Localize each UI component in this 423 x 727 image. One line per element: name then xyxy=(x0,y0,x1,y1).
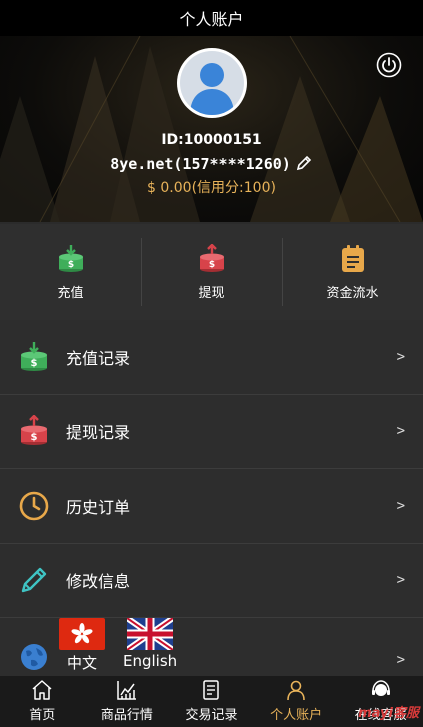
language-option-english[interactable]: English xyxy=(123,618,177,670)
tab-customer-service[interactable]: 在线客服 xyxy=(338,676,423,727)
tab-label: 首页 xyxy=(29,708,56,723)
svg-text:$: $ xyxy=(208,260,214,270)
menu-item-order-history[interactable]: 历史订单 > xyxy=(0,469,423,544)
deposit-icon: $ xyxy=(58,244,83,272)
page-title: 个人账户 xyxy=(179,10,244,29)
withdraw-record-icon: $ xyxy=(21,415,47,446)
deposit-button[interactable]: $ 充值 xyxy=(0,224,141,320)
ledger-label: 资金流水 xyxy=(326,285,379,301)
language-label: English xyxy=(123,652,178,670)
tab-home[interactable]: 首页 xyxy=(0,676,85,727)
menu-list: $ 充值记录 > $ 提现记录 > 历史订单 > 修改信息 > 中文 Engli… xyxy=(0,320,423,678)
user-icon xyxy=(287,680,305,701)
chevron-right-icon: > xyxy=(396,652,405,668)
menu-item-deposit-record[interactable]: $ 充值记录 > xyxy=(0,320,423,395)
withdraw-icon: $ xyxy=(199,243,224,272)
clock-icon xyxy=(19,491,49,521)
chevron-right-icon: > xyxy=(396,423,405,440)
menu-label: 充值记录 xyxy=(66,348,131,368)
menu-label: 历史订单 xyxy=(66,497,131,517)
profile-header: ID:10000151 8ye.net(157****1260) $ 0.00(… xyxy=(0,36,423,222)
document-icon xyxy=(203,680,220,700)
chart-icon xyxy=(117,681,136,700)
withdraw-button[interactable]: $ 提现 xyxy=(141,224,282,320)
deposit-record-icon: $ xyxy=(21,341,47,371)
menu-item-withdraw-record[interactable]: $ 提现记录 > xyxy=(0,394,423,469)
svg-text:$: $ xyxy=(31,432,38,443)
ledger-button[interactable]: 资金流水 xyxy=(282,224,423,320)
account-line: 8ye.net(157****1260) xyxy=(0,154,423,173)
chevron-right-icon: > xyxy=(396,572,405,589)
headset-icon xyxy=(371,680,390,696)
balance-text: $ 0.00(信用分:100) xyxy=(147,180,276,196)
hong-kong-flag-icon xyxy=(59,618,105,650)
withdraw-label: 提现 xyxy=(198,285,225,301)
uk-flag-icon xyxy=(127,618,174,650)
language-label: 中文 xyxy=(66,654,97,672)
tab-label: 个人账户 xyxy=(270,708,323,723)
tab-market[interactable]: 商品行情 xyxy=(85,676,170,727)
chevron-right-icon: > xyxy=(396,348,405,365)
tab-label: 商品行情 xyxy=(100,708,153,723)
power-icon[interactable] xyxy=(376,52,402,78)
edit-pencil-icon[interactable] xyxy=(295,154,313,172)
svg-text:$: $ xyxy=(31,358,38,369)
account-name: 8ye.net(157****1260) xyxy=(110,155,291,173)
menu-label: 提现记录 xyxy=(66,423,131,443)
ledger-icon xyxy=(341,244,364,272)
quick-actions: $ 充值 $ 提现 资金流水 xyxy=(0,224,423,320)
language-row[interactable]: 中文 English > xyxy=(0,618,423,678)
home-icon xyxy=(32,680,52,700)
tab-label: 交易记录 xyxy=(185,708,238,723)
deposit-label: 充值 xyxy=(57,285,84,301)
menu-label: 修改信息 xyxy=(66,572,131,592)
user-silhouette-icon xyxy=(190,63,234,115)
svg-text:$: $ xyxy=(67,260,73,270)
page-title-bar: 个人账户 xyxy=(0,0,423,36)
pencil-icon xyxy=(21,568,47,593)
user-id: ID:10000151 xyxy=(161,132,262,148)
globe-icon xyxy=(21,643,47,670)
tab-label: 在线客服 xyxy=(354,708,407,723)
tab-account[interactable]: 个人账户 xyxy=(254,676,339,727)
chevron-right-icon: > xyxy=(396,497,405,514)
menu-item-edit-info[interactable]: 修改信息 > xyxy=(0,543,423,618)
avatar[interactable] xyxy=(177,48,247,118)
tab-trade-records[interactable]: 交易记录 xyxy=(169,676,254,727)
language-option-chinese[interactable]: 中文 xyxy=(59,618,105,673)
bottom-tab-bar: 首页 商品行情 交易记录 个人账户 在线客服 mayi客服 xyxy=(0,676,423,727)
